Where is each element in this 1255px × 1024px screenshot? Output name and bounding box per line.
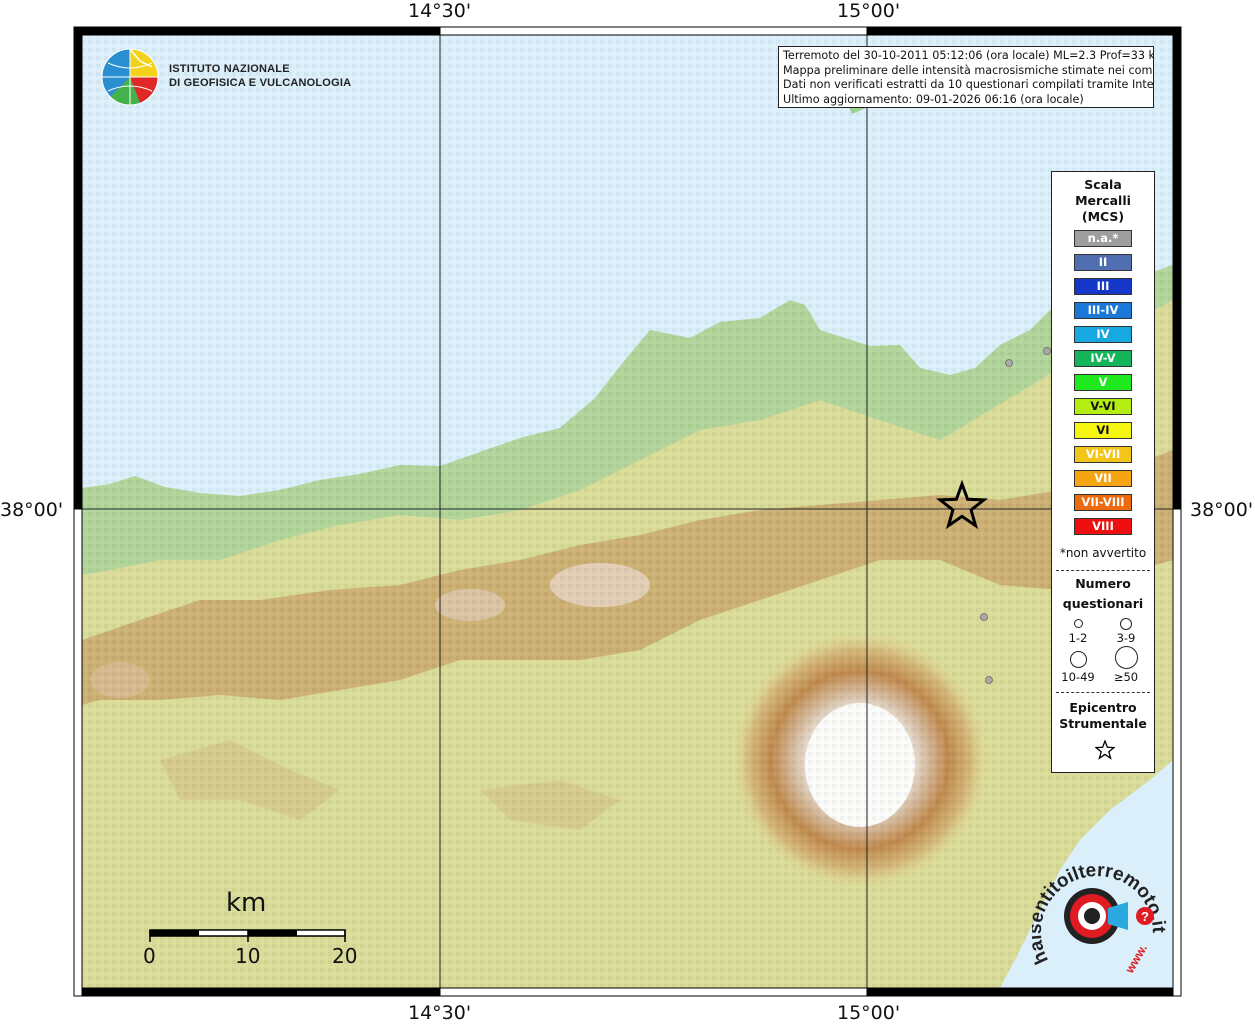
epicenter-title-line2: Strumentale: [1059, 716, 1147, 731]
questionnaire-label-50-plus: ≥50: [1113, 670, 1139, 684]
legend-title-line3: (MCS): [1081, 209, 1125, 224]
scale-label-0: 0: [143, 944, 156, 968]
mcs-swatch: VI: [1074, 422, 1132, 439]
scale-label-20: 20: [332, 944, 358, 968]
institute-name-line2: DI GEOFISICA E VULCANOLOGIA: [169, 77, 352, 89]
lon-label-top-left: 14°30': [408, 0, 472, 22]
questionnaire-circle-3-9: [1120, 618, 1132, 630]
questionnaire-circle-50-plus: [1115, 646, 1138, 669]
legend-title-line1: Scala: [1084, 177, 1122, 192]
svg-text:?: ?: [1141, 909, 1149, 924]
mcs-swatch: VII-VIII: [1074, 494, 1132, 511]
lat-label-left: 38°00': [0, 499, 64, 521]
locality-marker: [985, 676, 993, 684]
event-info-line3: Dati non verificati estratti da 10 quest…: [783, 78, 1154, 91]
questionnaire-circle-1-2: [1074, 619, 1083, 628]
haisentito-logo: haisentitoilterremoto.it ? www.: [1032, 860, 1169, 977]
institute-name: ISTITUTO NAZIONALE DI GEOFISICA E VULCAN…: [169, 62, 351, 90]
lon-label-top-right: 15°00': [837, 0, 901, 22]
mcs-swatch: V-VI: [1074, 398, 1132, 415]
epicenter-legend-star-icon: [1095, 740, 1115, 760]
mcs-swatch: III-IV: [1074, 302, 1132, 319]
event-info-line4: Ultimo aggiornamento: 09-01-2026 06:16 (…: [783, 92, 1084, 106]
questionnaires-title-line2: questionari: [1062, 596, 1144, 611]
event-info-line1: Terremoto del 30-10-2011 05:12:06 (ora l…: [783, 49, 1154, 62]
mcs-legend: Scala Mercalli (MCS) n.a.* II III III-IV IV I…: [1051, 171, 1155, 773]
mcs-swatch: IV-V: [1074, 350, 1132, 367]
ingv-globe-logo: [101, 48, 159, 106]
mcs-swatch: V: [1074, 374, 1132, 391]
scale-label-10: 10: [235, 944, 261, 968]
peak-madonie: [90, 662, 150, 698]
locality-marker: [980, 613, 988, 621]
event-info-line2: Mappa preliminare delle intensità macros…: [783, 63, 1154, 77]
questionnaire-circle-10-49: [1070, 651, 1087, 668]
locality-marker: [1043, 347, 1051, 355]
locality-marker: [1005, 359, 1013, 367]
questionnaire-label-3-9: 3-9: [1116, 631, 1136, 645]
mcs-swatch: II: [1074, 254, 1132, 271]
non-felt-note: *non avvertito: [1059, 546, 1147, 560]
institute-name-line1: ISTITUTO NAZIONALE: [169, 63, 290, 75]
mcs-swatch: IV: [1074, 326, 1132, 343]
watermark-url: www.: [1122, 942, 1150, 977]
mcs-swatch: III: [1074, 278, 1132, 295]
lat-label-right: 38°00': [1190, 499, 1254, 521]
peak-nebrodi: [550, 563, 650, 607]
mcs-swatch: n.a.*: [1074, 230, 1132, 247]
etna-summit: [805, 703, 915, 827]
mcs-swatch: VIII: [1074, 518, 1132, 535]
legend-separator: [1056, 692, 1150, 693]
legend-separator: [1056, 570, 1150, 571]
mcs-swatch: VII: [1074, 470, 1132, 487]
peak-west: [435, 589, 505, 621]
legend-title-line2: Mercalli: [1075, 193, 1131, 208]
event-info-box: Terremoto del 30-10-2011 05:12:06 (ora l…: [778, 46, 1154, 108]
lon-label-bottom-left: 14°30': [408, 1002, 472, 1024]
scale-bar-unit: km: [226, 888, 267, 918]
questionnaire-label-10-49: 10-49: [1061, 670, 1095, 684]
lon-label-bottom-right: 15°00': [837, 1002, 901, 1024]
questionnaire-label-1-2: 1-2: [1068, 631, 1088, 645]
questionnaires-title-line1: Numero: [1075, 576, 1131, 591]
epicenter-title-line1: Epicentro: [1069, 700, 1137, 715]
mcs-swatch: VI-VII: [1074, 446, 1132, 463]
